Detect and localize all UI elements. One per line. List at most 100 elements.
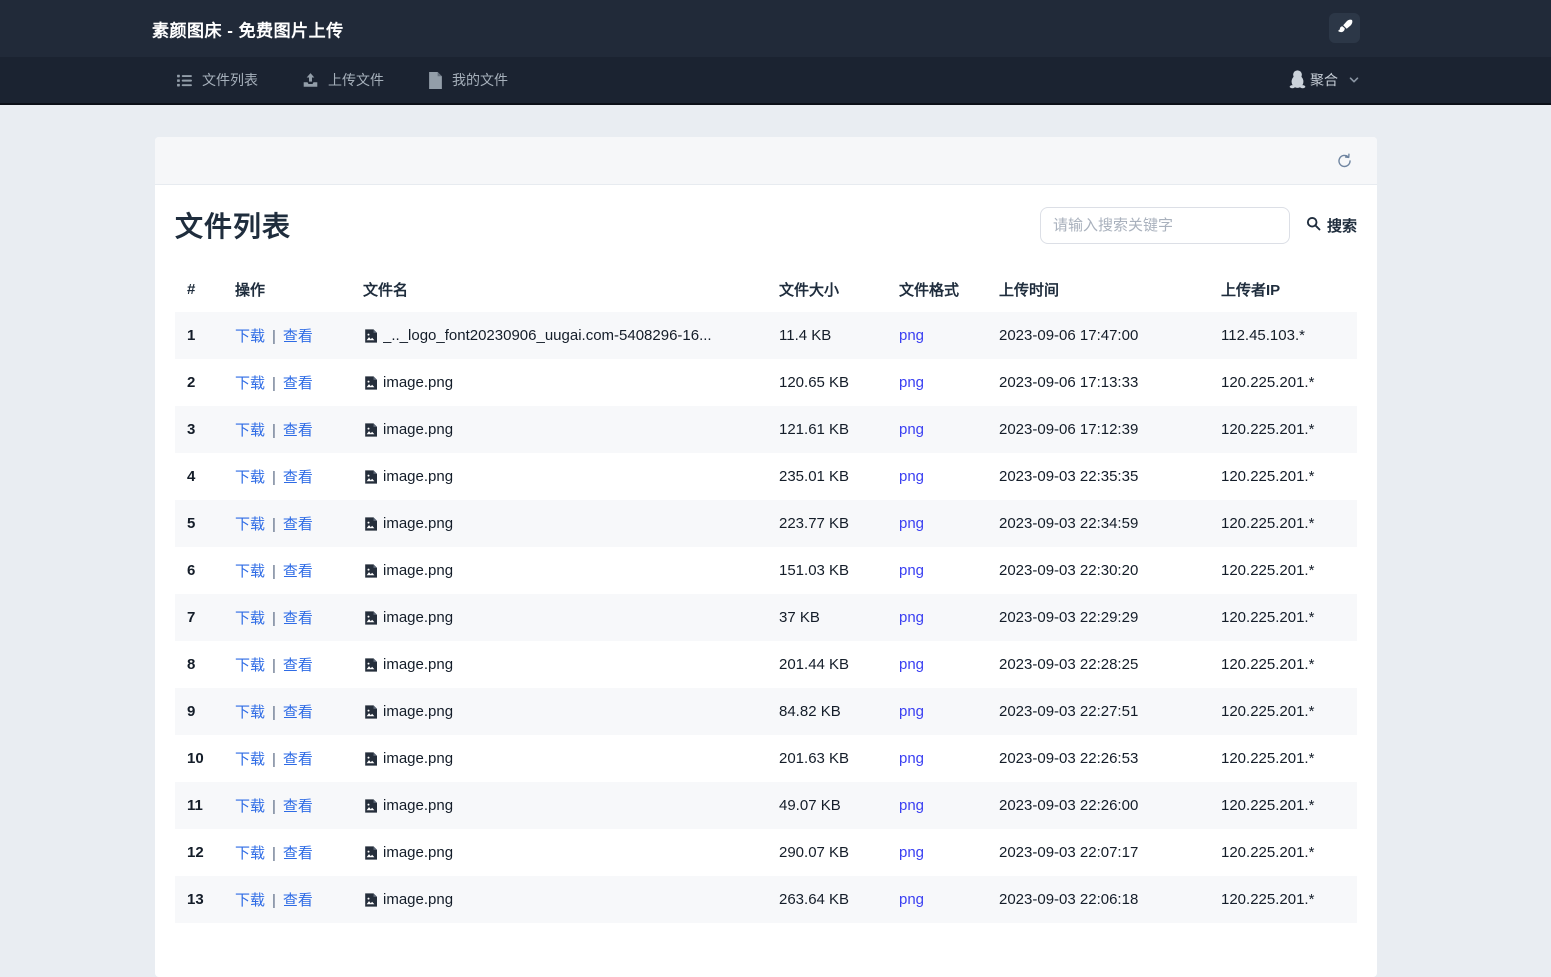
view-link[interactable]: 查看 [283,704,313,721]
format-link[interactable]: png [899,844,924,861]
format-link[interactable]: png [899,703,924,720]
view-link[interactable]: 查看 [283,845,313,862]
row-size: 235.01 KB [779,468,850,485]
table-row: 12 下载 | 查看 image.png 290.07 KB png 2023-09-03 … [175,829,1357,876]
filename: image.png [383,515,454,532]
row-size: 37 KB [779,609,820,626]
format-link[interactable]: png [899,374,924,391]
row-index: 6 [187,562,196,579]
row-uploader-ip: 120.225.201.* [1221,421,1315,438]
row-actions: 下载 | 查看 [223,829,351,876]
action-separator: | [272,751,276,768]
filename: image.png [383,656,454,673]
nav-items: 文件列表 上传文件 我的文件 [176,70,508,90]
upload-icon [302,72,319,89]
row-index: 2 [187,374,196,391]
action-separator: | [272,375,276,392]
image-file-icon [363,469,379,485]
format-link[interactable]: png [899,421,924,438]
download-link[interactable]: 下载 [235,751,265,768]
filename: image.png [383,891,454,908]
image-file-icon [363,563,379,579]
image-file-icon [363,516,379,532]
row-actions: 下载 | 查看 [223,359,351,406]
format-link[interactable]: png [899,515,924,532]
view-link[interactable]: 查看 [283,657,313,674]
row-uploader-ip: 120.225.201.* [1221,468,1315,485]
nav-item-label: 上传文件 [328,72,384,88]
row-uploader-ip: 120.225.201.* [1221,609,1315,626]
row-upload-time: 2023-09-06 17:13:33 [999,374,1139,391]
row-filename-cell: image.png [351,641,767,688]
user-menu[interactable]: 聚合 [1288,57,1360,103]
format-link[interactable]: png [899,750,924,767]
view-link[interactable]: 查看 [283,751,313,768]
image-file-icon [363,704,379,720]
row-actions: 下载 | 查看 [223,641,351,688]
row-upload-time: 2023-09-03 22:35:35 [999,468,1139,485]
download-link[interactable]: 下载 [235,704,265,721]
navbar: 文件列表 上传文件 我的文件 聚合 [0,57,1551,105]
file-list-card: 文件列表 搜索 #操作文件 [155,137,1377,977]
view-link[interactable]: 查看 [283,563,313,580]
format-link[interactable]: png [899,562,924,579]
image-file-icon [363,610,379,626]
theme-toggle-button[interactable] [1329,13,1360,43]
download-link[interactable]: 下载 [235,375,265,392]
refresh-icon [1336,153,1353,172]
view-link[interactable]: 查看 [283,375,313,392]
row-index: 12 [187,844,204,861]
download-link[interactable]: 下载 [235,563,265,580]
view-link[interactable]: 查看 [283,422,313,439]
search-icon [1306,216,1321,235]
row-format-cell: png [887,547,987,594]
nav-item-upload[interactable]: 上传文件 [302,70,384,90]
row-size: 223.77 KB [779,515,850,532]
row-upload-time: 2023-09-03 22:27:51 [999,703,1139,720]
view-link[interactable]: 查看 [283,798,313,815]
format-link[interactable]: png [899,609,924,626]
row-index: 4 [187,468,196,485]
download-link[interactable]: 下载 [235,422,265,439]
refresh-button[interactable] [1336,152,1353,169]
download-link[interactable]: 下载 [235,798,265,815]
view-link[interactable]: 查看 [283,610,313,627]
row-uploader-ip: 120.225.201.* [1221,656,1315,673]
format-link[interactable]: png [899,891,924,908]
nav-item-file-list[interactable]: 文件列表 [176,70,258,90]
view-link[interactable]: 查看 [283,892,313,909]
row-size: 121.61 KB [779,421,850,438]
image-file-icon [363,798,379,814]
site-title: 素颜图床 - 免费图片上传 [152,21,344,40]
download-link[interactable]: 下载 [235,610,265,627]
view-link[interactable]: 查看 [283,469,313,486]
download-link[interactable]: 下载 [235,657,265,674]
row-uploader-ip: 120.225.201.* [1221,844,1315,861]
search-button-label: 搜索 [1326,217,1357,235]
topbar: 素颜图床 - 免费图片上传 [0,0,1551,57]
image-file-icon [363,751,379,767]
row-filename-cell: image.png [351,406,767,453]
download-link[interactable]: 下载 [235,469,265,486]
nav-item-my-files[interactable]: 我的文件 [428,70,508,90]
format-link[interactable]: png [899,327,924,344]
download-link[interactable]: 下载 [235,516,265,533]
format-link[interactable]: png [899,797,924,814]
row-index: 9 [187,703,196,720]
search-button[interactable]: 搜索 [1306,215,1357,236]
table-header-row: # 操作 文件名 文件大小 文件格式 上传时间 上传者IP [175,267,1357,312]
format-link[interactable]: png [899,656,924,673]
table-row: 4 下载 | 查看 image.png 235.01 KB png 2023-09-03 2… [175,453,1357,500]
file-icon [428,71,443,89]
row-filename-cell: image.png [351,829,767,876]
row-filename-cell: image.png [351,500,767,547]
download-link[interactable]: 下载 [235,328,265,345]
format-link[interactable]: png [899,468,924,485]
search-input[interactable] [1039,206,1290,244]
row-upload-time: 2023-09-03 22:06:18 [999,891,1139,908]
download-link[interactable]: 下载 [235,892,265,909]
download-link[interactable]: 下载 [235,845,265,862]
view-link[interactable]: 查看 [283,516,313,533]
view-link[interactable]: 查看 [283,328,313,345]
row-filename-cell: _.._logo_font20230906_uugai.com-5408296-… [351,312,767,359]
